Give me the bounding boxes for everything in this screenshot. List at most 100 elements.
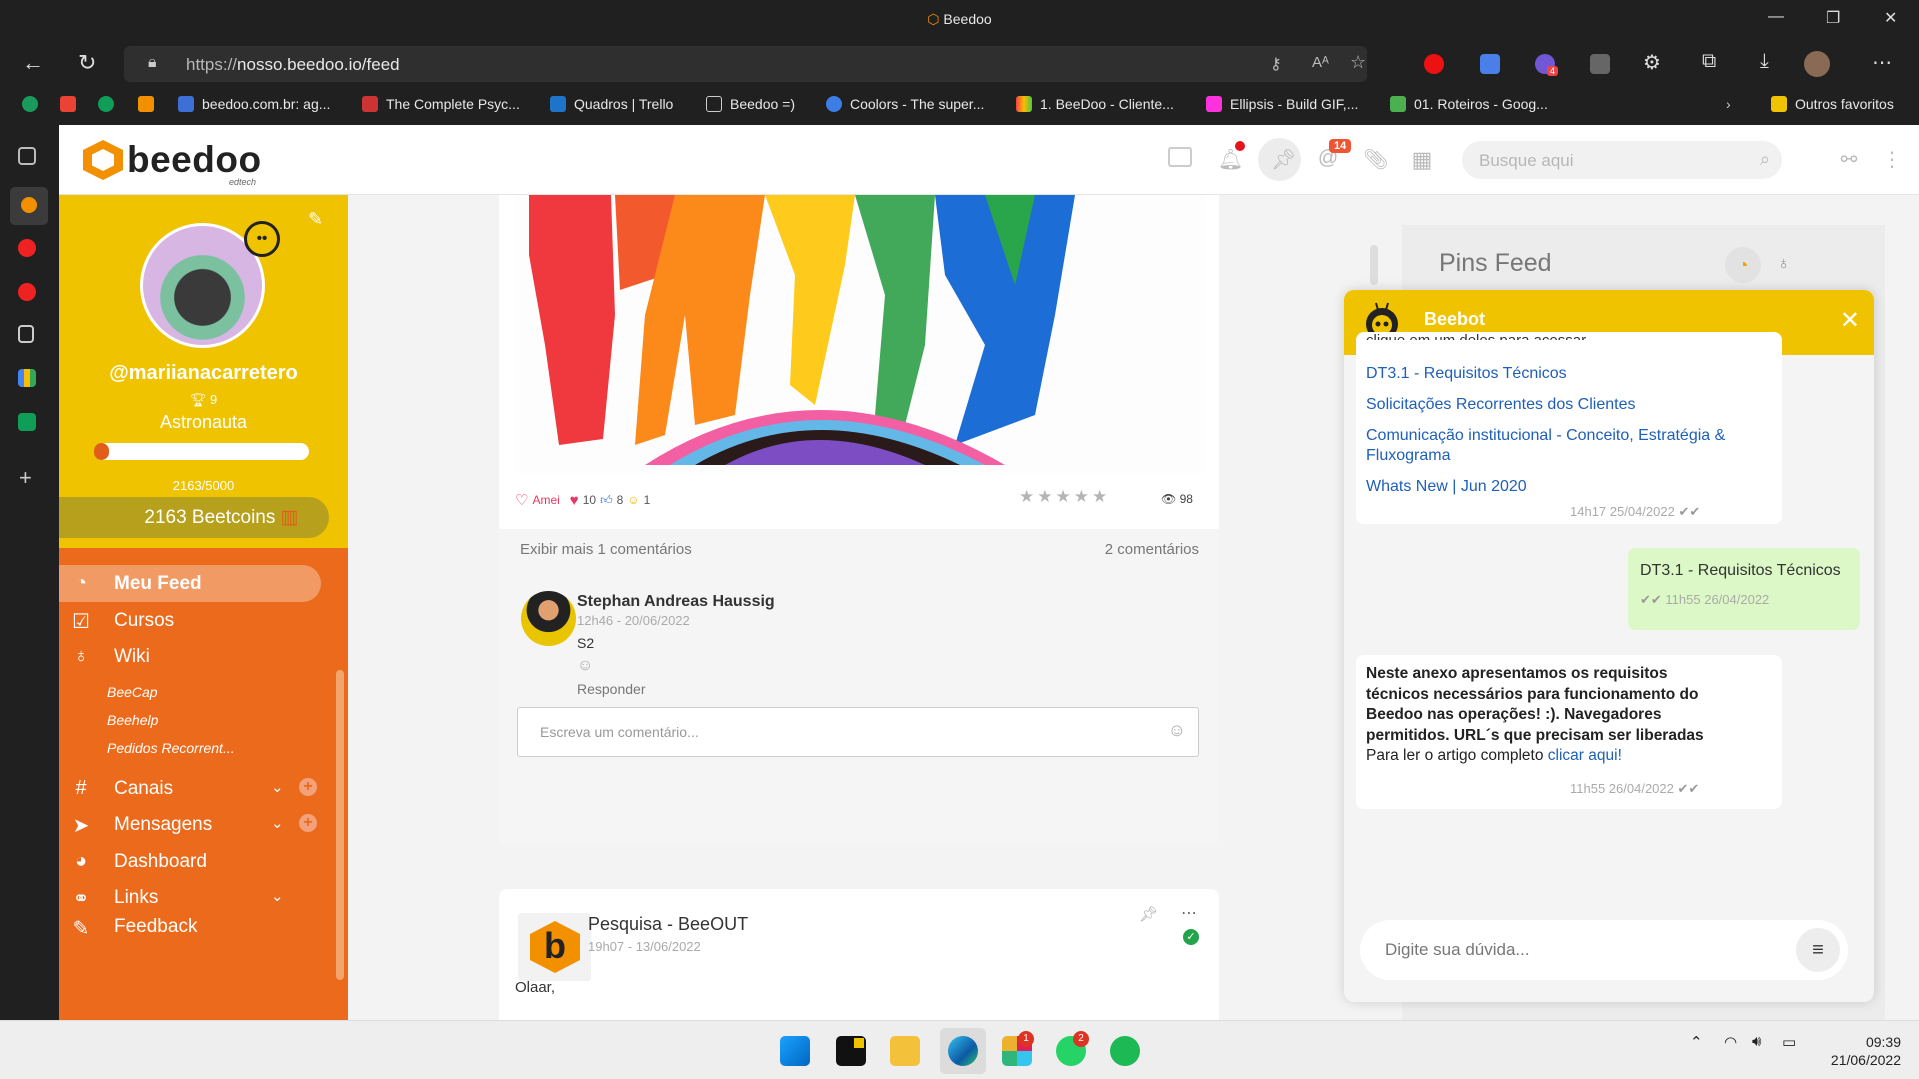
tab-opera-icon[interactable] [18,239,36,257]
search-icon[interactable]: ⌕ [1760,149,1770,170]
sticky-notes-icon[interactable] [836,1036,866,1066]
back-icon[interactable]: ← [22,50,44,76]
more-vertical-icon[interactable]: ⋮ [1880,147,1904,171]
file-explorer-icon[interactable] [890,1036,920,1066]
edit-pencil-icon[interactable]: ✎ [308,209,323,230]
refresh-icon[interactable]: ↻ [78,50,96,76]
address-bar[interactable]: 🔒︎ https://nosso.beedoo.io/feed ⚷ Aᴬ ☆ [124,46,1367,82]
link-settings-icon[interactable]: ⚯ [1837,147,1861,171]
apps-grid-icon[interactable]: ▦ [1410,147,1434,172]
add-channel-icon[interactable]: + [299,778,317,796]
bookmark-1[interactable]: beedoo.com.br: ag... [178,96,330,112]
sidebar-scrollbar[interactable] [336,670,344,980]
hangouts-bookmark-icon[interactable] [98,96,114,112]
bookmark-2[interactable]: The Complete Psyc... [362,96,520,112]
post-author-avatar[interactable]: b [518,913,591,981]
menu-item-wiki[interactable]: ♁ Wiki [59,638,321,675]
tab-google-icon[interactable] [18,369,36,387]
lightbulb-icon[interactable]: ♁ [1777,253,1791,274]
menu-item-channels[interactable]: # Canais ⌄ + [59,770,321,807]
reaction-label[interactable]: Amei [532,493,559,507]
search-input[interactable]: Busque aqui ⌕ [1462,141,1782,179]
restore-icon[interactable]: ❐ [1826,8,1840,28]
profile-avatar-icon[interactable] [1804,51,1830,77]
bookmark-5[interactable]: Coolors - The super... [826,96,984,112]
spotify-icon[interactable] [1110,1036,1140,1066]
bookmark-3[interactable]: Quadros | Trello [550,96,673,112]
post-options-icon[interactable]: ⋯ [1181,903,1197,923]
key-icon[interactable]: ⚷ [1270,54,1282,74]
show-more-comments-link[interactable]: Exibir mais 1 comentários [520,541,692,558]
chevron-down-icon[interactable]: ⌄ [271,887,284,905]
comment-author[interactable]: Stephan Andreas Haussig [577,593,775,611]
wiki-sub-beehelp[interactable]: Beehelp [107,712,158,728]
tab-document-icon[interactable] [18,325,34,343]
chat-menu-icon[interactable]: ≡ [1796,928,1840,972]
menu-item-links[interactable]: ⚭ Links ⌄ [59,879,321,916]
menu-item-messages[interactable]: ➤ Mensagens ⌄ + [59,806,321,843]
download-icon[interactable]: ⤓ [1760,50,1769,73]
chat-link-requisitos[interactable]: DT3.1 - Requisitos Técnicos [1366,361,1567,386]
close-window-icon[interactable]: ✕ [1884,8,1897,28]
beedoo-logo[interactable]: beedoo [83,139,262,181]
close-chat-icon[interactable]: ✕ [1840,306,1860,335]
menu-item-courses[interactable]: ☑ Cursos [59,602,321,639]
commenter-avatar[interactable] [521,591,576,646]
volume-icon[interactable]: 🔊︎ [1752,1033,1761,1050]
extension-icon[interactable] [1590,54,1610,74]
pin-button[interactable]: 📌︎ [1258,138,1301,181]
feed-scrollbar[interactable] [1370,245,1378,285]
chat-link-solicitacoes[interactable]: Solicitações Recorrentes dos Clientes [1366,392,1635,417]
opera-vpn-extension-icon[interactable] [1424,54,1444,74]
post-image[interactable] [515,195,1205,473]
bookmark-8[interactable]: 01. Roteiros - Goog... [1390,96,1548,112]
attachment-icon[interactable]: 📎︎ [1363,147,1388,171]
read-aloud-icon[interactable]: Aᴬ [1312,54,1329,71]
bookmark-6[interactable]: 1. BeeDoo - Cliente... [1016,96,1174,112]
minimize-icon[interactable]: — [1768,8,1784,26]
heart-icon[interactable]: ♡ [515,491,528,509]
mood-emoji-icon[interactable]: •• [244,221,280,257]
chevron-down-icon[interactable]: ⌄ [271,778,284,796]
menu-item-feed[interactable]: ◔ Meu Feed [59,565,321,602]
wiki-sub-pedidos[interactable]: Pedidos Recorrent... [107,740,235,756]
new-tab-icon[interactable]: + [19,465,41,490]
chat-link-fluxograma[interactable]: Fluxograma [1366,443,1450,468]
more-menu-icon[interactable]: ⋯ [1872,50,1892,75]
translate-extension-icon[interactable] [1480,54,1500,74]
extensions-puzzle-icon[interactable]: ⚙ [1643,50,1661,75]
tab-actions-icon[interactable] [18,147,36,165]
taskbar-clock[interactable]: 09:39 21/06/2022 [1831,1033,1901,1069]
chat-link-whats-new[interactable]: Whats New | Jun 2020 [1366,474,1527,499]
more-bookmarks-chevron-icon[interactable]: › [1726,96,1731,112]
add-message-icon[interactable]: + [299,814,317,832]
emoji-picker-icon[interactable]: ☺ [1168,720,1186,741]
wiki-sub-beecap[interactable]: BeeCap [107,684,158,700]
menu-item-dashboard[interactable]: ◕ Dashboard [59,843,321,880]
tab-beedoo[interactable] [10,187,48,225]
other-favorites[interactable]: Outros favoritos [1771,96,1894,112]
chevron-down-icon[interactable]: ⌄ [271,814,284,832]
menu-item-feedback[interactable]: ✎ Feedback [59,916,321,936]
wifi-icon[interactable]: ◠ [1724,1033,1737,1051]
read-article-link[interactable]: clicar aqui! [1548,747,1622,764]
post-title[interactable]: Pesquisa - BeeOUT [588,914,748,935]
rating-stars[interactable]: ★★★★★ [1019,487,1110,507]
edge-taskbar-active[interactable] [940,1028,986,1074]
gmail-bookmark-icon[interactable] [60,96,76,112]
comment-emoji-icon[interactable]: ☺ [577,657,593,675]
chat-input[interactable]: Digite sua dúvida... ≡ [1360,920,1848,980]
battery-icon[interactable]: ▭ [1782,1033,1796,1051]
collections-icon[interactable]: ⧉ [1702,50,1716,73]
add-favorite-icon[interactable]: ☆ [1350,52,1366,73]
tab-opera-2-icon[interactable] [18,283,36,301]
bookmark-4[interactable]: Beedoo =) [706,96,795,112]
rss-feed-icon[interactable]: ◔ [1725,247,1761,283]
beedoo-bookmark-icon[interactable] [138,96,154,112]
tab-sheets-icon[interactable] [18,413,36,431]
beetcoins-balance[interactable]: 2163 Beetcoins ▥ [59,497,329,538]
tray-chevron-up-icon[interactable]: ⌃ [1690,1033,1703,1051]
layout-icon[interactable] [1168,147,1192,167]
start-windows-icon[interactable] [780,1036,810,1066]
pin-icon[interactable]: 📌︎ [1139,905,1158,923]
